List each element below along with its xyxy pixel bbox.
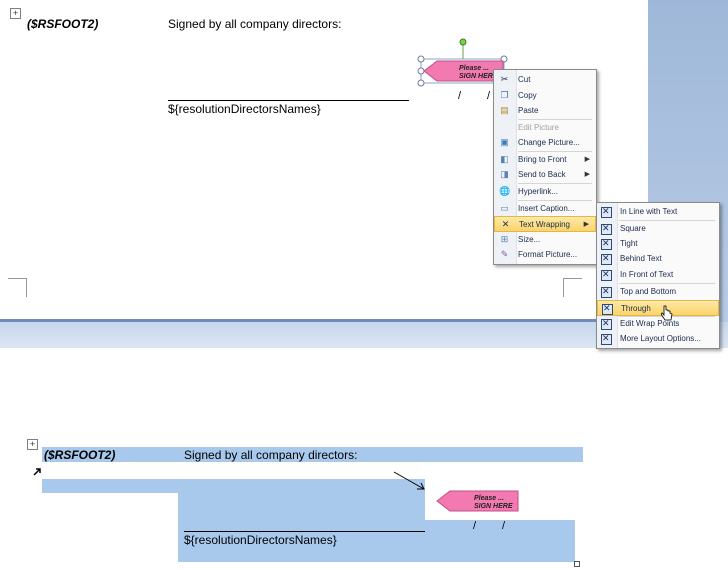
wrap-option-top-bottom[interactable]: Top and Bottom [597,284,719,300]
menu-item-label: Edit Picture [518,123,559,132]
submenu-arrow-icon: ▶ [584,171,590,178]
directors-names-field: ${resolutionDirectorsNames} [168,102,321,116]
submenu-arrow-icon: ▶ [583,221,589,228]
menu-item-text-wrapping[interactable]: ✕ Text Wrapping ▶ [494,216,596,232]
sign-label-line2: SIGN HERE [459,73,498,80]
menu-item-label: Change Picture... [518,138,580,147]
wrap-inline-icon [601,206,612,218]
menu-item-copy[interactable]: ❐ Copy [494,88,596,104]
sign-label-line2: SIGN HERE [474,503,513,510]
wrap-option-tight[interactable]: Tight [597,236,719,252]
paste-icon: ▤ [500,105,509,115]
signed-by-text: Signed by all company directors: [184,448,358,462]
wrap-square-icon [601,223,612,235]
date-slash: / [458,90,462,102]
menu-item-label: Hyperlink... [518,187,559,196]
sign-label-line1: Please ... [459,65,489,72]
wrap-behind-icon [601,253,612,265]
date-slash: / [487,90,491,102]
signature-line [168,100,409,101]
size-icon: ⊞ [500,234,509,244]
wrap-option-more-layout[interactable]: More Layout Options... [597,331,719,347]
footer-code: ($RSFOOT2) [44,448,116,462]
wrap-option-label: Through [621,304,651,313]
menu-item-format-picture[interactable]: ✎ Format Picture... [494,247,596,263]
menu-item-label: Bring to Front [518,155,567,164]
date-slash: / [502,520,506,532]
table-move-handle-icon[interactable]: + [10,8,21,19]
menu-item-edit-picture: Edit Picture [494,120,596,136]
wrap-tight-icon [601,238,612,250]
menu-item-change-picture[interactable]: ▣ Change Picture... [494,135,596,151]
menu-item-label: Text Wrapping [519,220,570,229]
table-resize-handle[interactable] [574,561,580,567]
send-back-icon: ◨ [500,169,509,179]
wrap-option-through[interactable]: Through [597,300,719,316]
wrap-option-square[interactable]: Square [597,221,719,237]
change-picture-icon: ▣ [500,137,509,147]
menu-item-label: Format Picture... [518,250,578,259]
wrap-through-icon [602,303,613,315]
cell-gap [575,479,583,493]
wrap-option-edit-points[interactable]: Edit Wrap Points [597,316,719,332]
menu-item-hyperlink[interactable]: 🌐 Hyperlink... [494,184,596,200]
wrap-option-label: Behind Text [620,254,662,263]
menu-item-label: Send to Back [518,170,566,179]
wrap-option-inline[interactable]: In Line with Text [597,204,719,220]
menu-item-label: Size... [518,235,541,244]
menu-item-label: Insert Caption... [518,204,575,213]
menu-item-label: Copy [518,91,537,100]
text-wrapping-submenu: In Line with Text Square Tight Behind Te… [596,202,720,349]
menu-item-label: Cut [518,75,531,84]
signed-by-text: Signed by all company directors: [168,17,342,31]
menu-item-paste[interactable]: ▤ Paste [494,103,596,119]
scissors-icon: ✂ [500,74,509,84]
wrap-top-bottom-icon [601,286,612,298]
wrap-option-behind-text[interactable]: Behind Text [597,251,719,267]
caption-icon: ▭ [500,203,509,213]
sign-label-line1: Please ... [474,495,504,502]
menu-item-size[interactable]: ⊞ Size... [494,232,596,248]
edit-wrap-points-icon [601,318,612,330]
wrap-option-label: More Layout Options... [620,334,701,343]
footer-code: ($RSFOOT2) [27,17,99,31]
menu-item-send-to-back[interactable]: ◨ Send to Back ▶ [494,167,596,183]
page-corner-mark [563,278,582,297]
anchor-arrow [393,471,425,490]
wrap-option-label: Tight [620,239,638,248]
menu-item-label: Paste [518,106,539,115]
page-corner-mark [8,278,27,297]
wrap-option-in-front[interactable]: In Front of Text [597,267,719,283]
wrap-option-label: Top and Bottom [620,287,677,296]
wrap-option-label: Square [620,224,646,233]
context-menu: ✂ Cut ❐ Copy ▤ Paste Edit Picture ▣ Chan… [493,69,597,265]
table-move-handle-icon[interactable]: + [27,439,38,450]
wrap-option-label: In Front of Text [620,270,674,279]
sign-here-picture[interactable]: Please ... SIGN HERE [436,490,522,514]
menu-item-bring-to-front[interactable]: ◧ Bring to Front ▶ [494,152,596,168]
date-slash: / [473,520,477,532]
wrap-option-label: In Line with Text [620,207,678,216]
format-picture-icon: ✎ [500,249,509,259]
hyperlink-icon: 🌐 [499,186,511,196]
menu-item-insert-caption[interactable]: ▭ Insert Caption... [494,201,596,217]
copy-icon: ❐ [500,90,509,100]
directors-names-field: ${resolutionDirectorsNames} [184,533,337,547]
wrap-front-icon [601,269,612,281]
layout-options-icon [601,333,612,345]
bring-front-icon: ◧ [500,154,509,164]
row-anchor-icon [33,468,41,476]
submenu-arrow-icon: ▶ [584,156,590,163]
signature-line [184,531,425,532]
text-wrapping-icon: ✕ [501,219,510,229]
menu-item-cut[interactable]: ✂ Cut [494,72,596,88]
mouse-cursor-icon [661,305,673,321]
